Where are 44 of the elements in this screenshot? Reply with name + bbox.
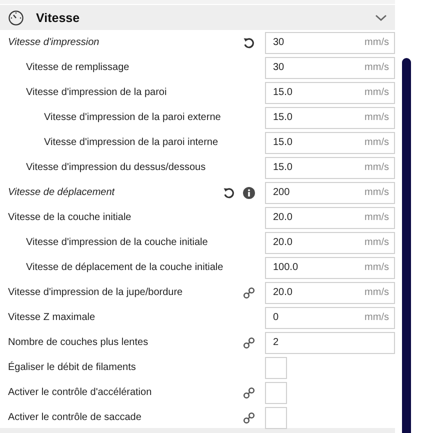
reset-icon[interactable] bbox=[243, 36, 255, 48]
setting-label: Égaliser le débit de filaments bbox=[8, 362, 137, 373]
info-icon[interactable] bbox=[243, 186, 255, 198]
number-field[interactable]: 200 mm/s bbox=[265, 182, 395, 204]
number-field[interactable]: 2 bbox=[265, 332, 395, 354]
link-icon[interactable] bbox=[243, 412, 255, 424]
setting-label: Activer le contrôle d'accélération bbox=[8, 387, 153, 398]
number-field[interactable]: 20.0 mm/s bbox=[265, 206, 395, 228]
link-icon[interactable] bbox=[243, 386, 255, 398]
setting-label: Vitesse de déplacement de la couche initiale bbox=[26, 262, 224, 273]
number-field[interactable]: 20.0 mm/s bbox=[265, 282, 395, 304]
setting-label: Nombre de couches plus lentes bbox=[8, 337, 150, 348]
checkbox[interactable] bbox=[265, 356, 287, 378]
setting-label: Vitesse de déplacement bbox=[8, 187, 116, 198]
setting-label: Vitesse de remplissage bbox=[26, 62, 130, 73]
number-field[interactable]: 15.0 mm/s bbox=[265, 106, 395, 128]
setting-label: Vitesse Z maximale bbox=[8, 312, 96, 323]
gauge-icon bbox=[8, 10, 24, 26]
number-field[interactable]: 100.0 mm/s bbox=[265, 256, 395, 278]
setting-label: Vitesse d'impression de la paroi externe bbox=[44, 112, 222, 123]
setting-label: Vitesse d'impression de la paroi interne bbox=[44, 137, 220, 148]
checkbox[interactable] bbox=[265, 406, 287, 428]
setting-label: Activer le contrôle de saccade bbox=[8, 412, 142, 423]
number-field[interactable]: 0 mm/s bbox=[265, 306, 395, 328]
section-title: Vitesse bbox=[36, 10, 81, 24]
number-field[interactable]: 20.0 mm/s bbox=[265, 232, 395, 254]
setting-label: Vitesse d'impression de la couche initiale bbox=[26, 237, 209, 248]
checkbox[interactable] bbox=[265, 382, 287, 404]
setting-label: Vitesse d'impression de la jupe/bordure bbox=[8, 287, 184, 298]
link-icon[interactable] bbox=[243, 286, 255, 298]
setting-label: Vitesse de la couche initiale bbox=[8, 212, 132, 223]
scrollbar-thumb[interactable] bbox=[402, 58, 411, 433]
link-icon[interactable] bbox=[243, 336, 255, 348]
reset-icon[interactable] bbox=[223, 186, 235, 198]
chevron-down-icon[interactable] bbox=[375, 14, 387, 22]
setting-label: Vitesse d'impression du dessus/dessous bbox=[26, 162, 207, 173]
number-field[interactable]: 15.0 mm/s bbox=[265, 156, 395, 178]
setting-label: Vitesse d'impression de la paroi bbox=[26, 87, 168, 98]
number-field[interactable]: 30 mm/s bbox=[265, 32, 395, 54]
section-header[interactable]: Vitesse bbox=[0, 5, 395, 30]
number-field[interactable]: 30 mm/s bbox=[265, 56, 395, 78]
setting-label: Vitesse d'impression bbox=[8, 37, 100, 48]
number-field[interactable]: 15.0 mm/s bbox=[265, 132, 395, 154]
number-field[interactable]: 15.0 mm/s bbox=[265, 82, 395, 104]
